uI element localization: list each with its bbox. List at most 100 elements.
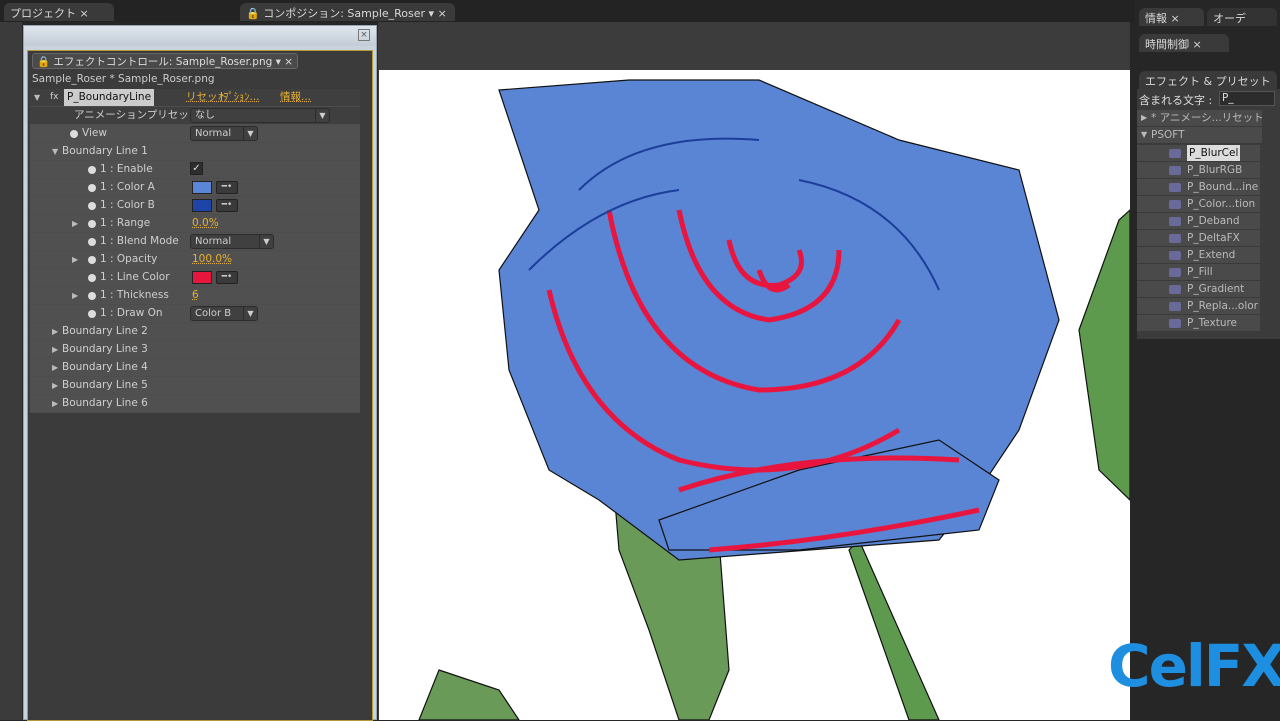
- expand-arrow-icon[interactable]: ▶: [72, 215, 78, 232]
- item-label: P_Extend: [1187, 247, 1235, 263]
- window-titlebar[interactable]: ×: [24, 26, 376, 46]
- expand-arrow-icon[interactable]: ▶: [52, 395, 58, 412]
- effect-list-item[interactable]: P_BlurCel: [1137, 145, 1260, 162]
- view-row: View Normal ▼: [30, 125, 360, 143]
- tab-effect-controls[interactable]: 🔒 エフェクトコントロール: Sample_Roser.png ▾ ×: [32, 53, 298, 69]
- range-value[interactable]: 0.0%: [192, 215, 219, 232]
- search-input[interactable]: P_: [1219, 91, 1275, 106]
- expand-arrow-icon[interactable]: ▼: [34, 89, 40, 106]
- fx-icon[interactable]: fx: [50, 89, 59, 106]
- effect-header-row[interactable]: ▼ fx P_BoundaryLine リセット ｵﾌﾟｼｮﾝ... 情報...: [30, 89, 360, 107]
- effect-list-item[interactable]: P_Repla...olor: [1137, 298, 1260, 315]
- group-label: Boundary Line 6: [62, 395, 148, 412]
- stopwatch-icon[interactable]: [88, 238, 96, 246]
- stopwatch-icon[interactable]: [88, 202, 96, 210]
- effect-list-item[interactable]: P_Bound...ine: [1137, 179, 1260, 196]
- preset-label: アニメーションプリセット :: [74, 107, 206, 124]
- group-row[interactable]: ▶ Boundary Line 6: [30, 395, 360, 413]
- prop-row-color-b: 1 : Color B ━•: [30, 197, 360, 215]
- tab-label: オーデ: [1213, 12, 1246, 25]
- prop-label: 1 : Draw On: [100, 305, 163, 322]
- view-dropdown[interactable]: Normal ▼: [190, 126, 258, 141]
- effect-list-item[interactable]: P_Fill: [1137, 264, 1260, 281]
- prop-label: 1 : Opacity: [100, 251, 157, 268]
- chevron-down-icon: ▼: [315, 109, 329, 122]
- effect-list-item[interactable]: P_Texture: [1137, 315, 1260, 332]
- item-label: * アニメーシ...リセット: [1151, 110, 1264, 126]
- effect-list-item[interactable]: P_Color...tion: [1137, 196, 1260, 213]
- chevron-down-icon: ▼: [243, 127, 257, 140]
- stopwatch-icon[interactable]: [70, 130, 78, 138]
- close-icon[interactable]: ×: [438, 7, 447, 20]
- tab-audio[interactable]: オーデ: [1207, 8, 1277, 26]
- expand-arrow-icon[interactable]: ▼: [1141, 127, 1147, 143]
- prop-row-enable: 1 : Enable ✓: [30, 161, 360, 179]
- group-row[interactable]: ▶ Boundary Line 2: [30, 323, 360, 341]
- stopwatch-icon[interactable]: [88, 310, 96, 318]
- tab-label: 時間制御: [1145, 38, 1189, 51]
- thickness-value[interactable]: 6: [192, 287, 199, 304]
- effect-icon: [1169, 200, 1181, 209]
- about-link[interactable]: 情報...: [280, 89, 311, 106]
- stopwatch-icon[interactable]: [88, 166, 96, 174]
- expand-arrow-icon[interactable]: ▶: [72, 251, 78, 268]
- effect-list-item[interactable]: P_BlurRGB: [1137, 162, 1260, 179]
- stopwatch-icon[interactable]: [88, 184, 96, 192]
- line-color-swatch[interactable]: [192, 271, 212, 284]
- prop-label: View: [82, 125, 107, 142]
- group-label: Boundary Line 1: [62, 143, 148, 160]
- expand-arrow-icon[interactable]: ▶: [52, 341, 58, 358]
- expand-arrow-icon[interactable]: ▶: [52, 359, 58, 376]
- item-label: P_Texture: [1187, 315, 1237, 331]
- stopwatch-icon[interactable]: [88, 274, 96, 282]
- prop-label: 1 : Enable: [100, 161, 153, 178]
- effect-name[interactable]: P_BoundaryLine: [64, 89, 154, 106]
- eyedropper-icon[interactable]: ━•: [216, 199, 238, 212]
- eyedropper-icon[interactable]: ━•: [216, 271, 238, 284]
- stopwatch-icon[interactable]: [88, 256, 96, 264]
- list-item-psoft[interactable]: ▼ PSOFT: [1137, 127, 1262, 144]
- composition-canvas[interactable]: [379, 70, 1130, 720]
- eyedropper-icon[interactable]: ━•: [216, 181, 238, 194]
- group-row[interactable]: ▶ Boundary Line 5: [30, 377, 360, 395]
- tab-composition[interactable]: 🔒 コンポジション: Sample_Roser ▾ ×: [240, 3, 455, 21]
- expand-arrow-icon[interactable]: ▶: [52, 323, 58, 340]
- effect-icon: [1169, 319, 1181, 328]
- color-b-swatch[interactable]: [192, 199, 212, 212]
- tab-label: コンポジション: Sample_Roser: [263, 7, 425, 20]
- enable-checkbox[interactable]: ✓: [190, 162, 203, 175]
- tab-info[interactable]: 情報 ×: [1139, 8, 1204, 26]
- expand-arrow-icon[interactable]: ▶: [1141, 110, 1147, 126]
- search-label: 含まれる文字 :: [1139, 92, 1212, 108]
- tab-label: 情報: [1145, 12, 1167, 25]
- opacity-value[interactable]: 100.0%: [192, 251, 232, 268]
- preset-dropdown[interactable]: なし ▼: [190, 108, 330, 123]
- stopwatch-icon[interactable]: [88, 220, 96, 228]
- effect-list-item[interactable]: P_Extend: [1137, 247, 1260, 264]
- tab-effects-presets[interactable]: エフェクト & プリセット: [1139, 71, 1277, 89]
- group-row[interactable]: ▶ Boundary Line 3: [30, 341, 360, 359]
- group-row-boundary-line-1[interactable]: ▼ Boundary Line 1: [30, 143, 360, 161]
- color-a-swatch[interactable]: [192, 181, 212, 194]
- tab-project[interactable]: プロジェクト ×: [4, 3, 114, 21]
- effect-list-item[interactable]: P_DeltaFX: [1137, 230, 1260, 247]
- group-row[interactable]: ▶ Boundary Line 4: [30, 359, 360, 377]
- tab-time-control[interactable]: 時間制御 ×: [1139, 34, 1229, 52]
- dropdown-value: Color B: [195, 308, 231, 319]
- close-icon[interactable]: ×: [358, 29, 370, 41]
- close-icon[interactable]: ×: [80, 7, 89, 20]
- blend-mode-dropdown[interactable]: Normal ▼: [190, 234, 274, 249]
- effect-list-item[interactable]: P_Gradient: [1137, 281, 1260, 298]
- options-link[interactable]: ｵﾌﾟｼｮﾝ...: [218, 89, 260, 106]
- expand-arrow-icon[interactable]: ▶: [52, 377, 58, 394]
- draw-on-dropdown[interactable]: Color B ▼: [190, 306, 258, 321]
- item-label: P_Gradient: [1187, 281, 1244, 297]
- item-label: P_BlurCel: [1187, 145, 1240, 161]
- expand-arrow-icon[interactable]: ▼: [52, 143, 58, 160]
- stopwatch-icon[interactable]: [88, 292, 96, 300]
- effect-list-item[interactable]: P_Deband: [1137, 213, 1260, 230]
- expand-arrow-icon[interactable]: ▶: [72, 287, 78, 304]
- list-item-animation-presets[interactable]: ▶ * アニメーシ...リセット: [1137, 110, 1262, 127]
- item-label: PSOFT: [1151, 127, 1185, 143]
- prop-row-line-color: 1 : Line Color ━•: [30, 269, 360, 287]
